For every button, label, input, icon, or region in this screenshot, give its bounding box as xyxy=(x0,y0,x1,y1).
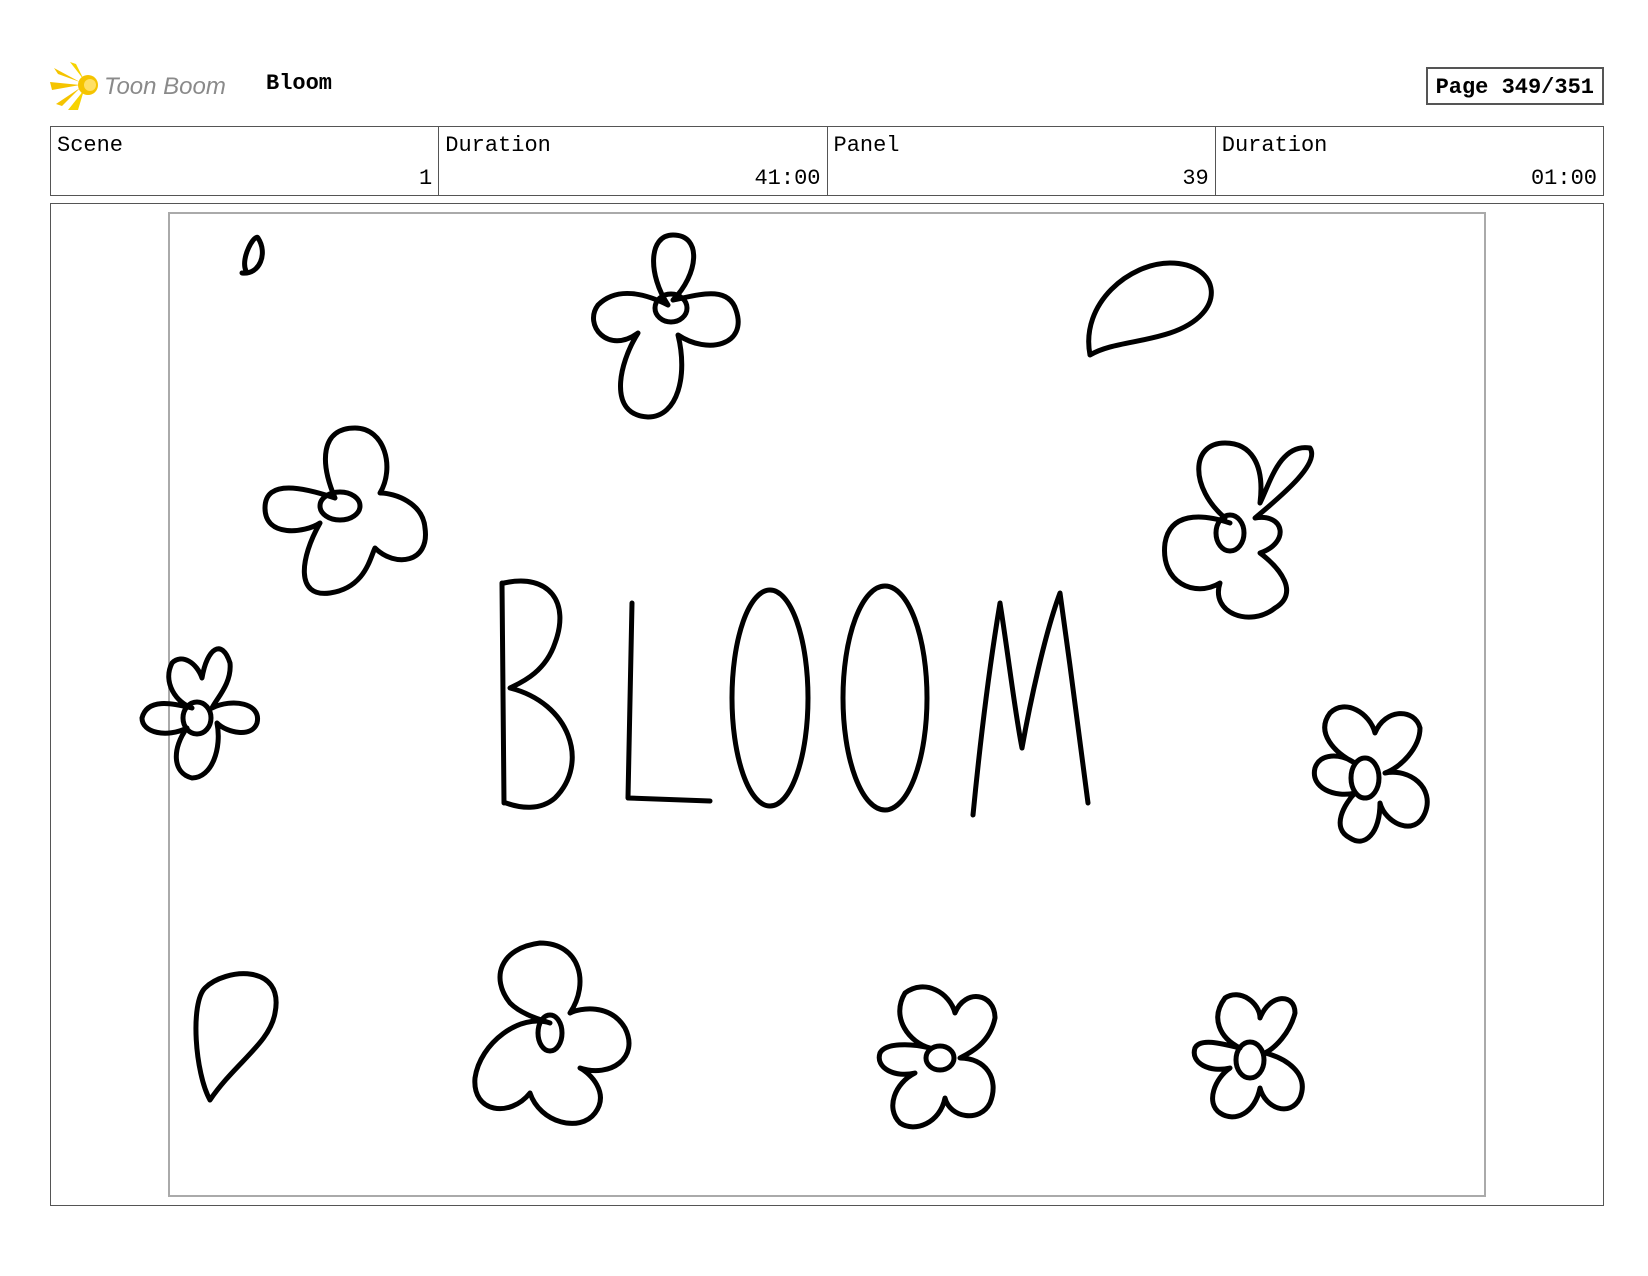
page-header: Toon Boom Bloom Page 349/351 xyxy=(50,58,1604,118)
panel-duration-cell: Duration 01:00 xyxy=(1214,127,1603,195)
scene-duration-label: Duration xyxy=(445,133,551,158)
scene-info-table: Scene 1 Duration 41:00 Panel 39 Duration… xyxy=(50,126,1604,196)
starburst-icon xyxy=(50,62,98,110)
panel-duration-value: 01:00 xyxy=(1530,166,1597,191)
panel-drawing xyxy=(139,232,1430,1130)
panel-value: 39 xyxy=(1182,166,1209,191)
project-title: Bloom xyxy=(266,71,333,96)
panel-label: Panel xyxy=(833,133,900,158)
bloom-lettering xyxy=(499,578,1091,818)
scene-value: 1 xyxy=(419,166,433,191)
scene-cell: Scene 1 xyxy=(51,127,438,195)
flower-doodles xyxy=(139,232,1430,1130)
scene-duration-value: 41:00 xyxy=(754,166,821,191)
scene-duration-cell: Duration 41:00 xyxy=(438,127,826,195)
logo-text: Toon Boom xyxy=(104,73,226,100)
toon-boom-logo: Toon Boom xyxy=(50,60,250,112)
petal-doodles xyxy=(193,234,1214,1103)
scene-label: Scene xyxy=(57,133,124,158)
panel-duration-label: Duration xyxy=(1221,133,1328,158)
panel-cell: Panel 39 xyxy=(826,127,1215,195)
page-indicator: Page 349/351 xyxy=(1425,67,1604,105)
